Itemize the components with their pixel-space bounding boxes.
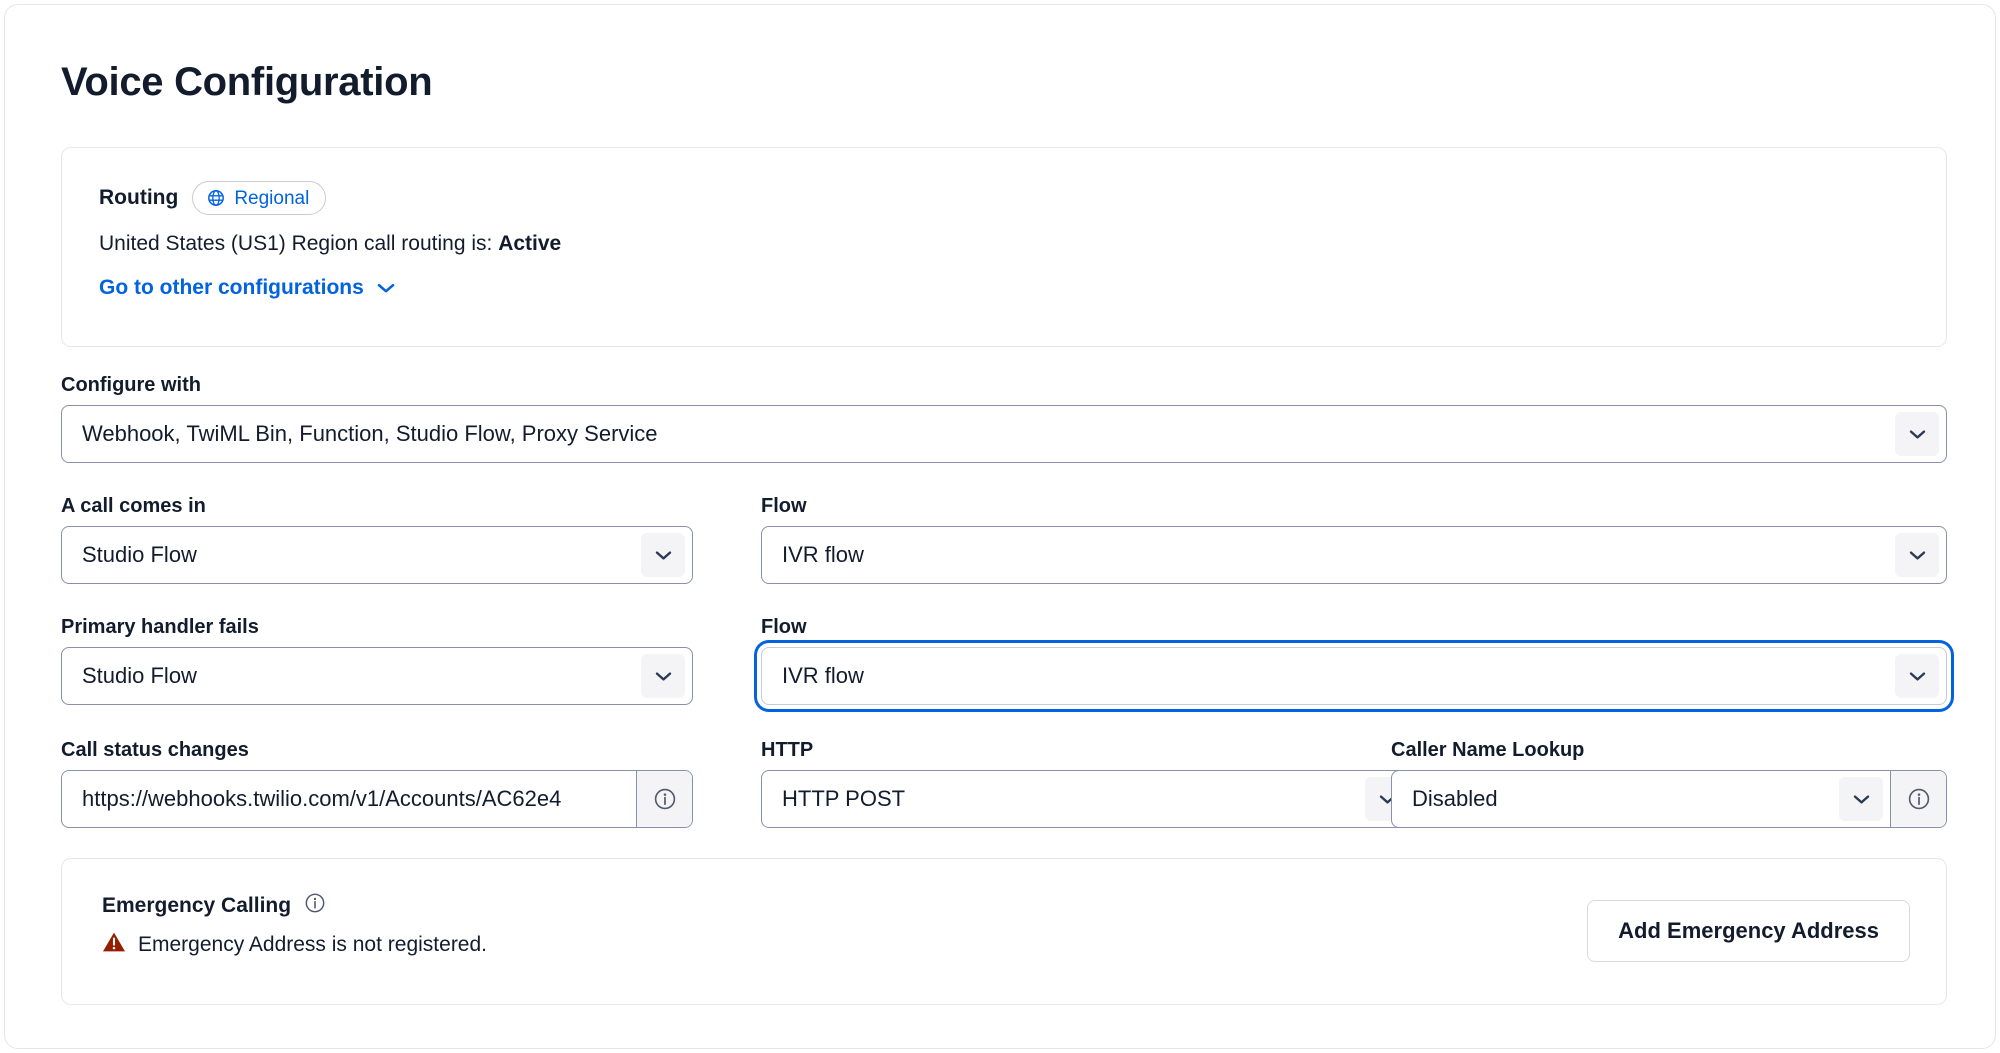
- emergency-calling-card: Emergency Calling Emergency Address is n…: [61, 858, 1947, 1005]
- routing-status-value: Active: [498, 232, 562, 255]
- a-call-comes-in-select[interactable]: Studio Flow: [61, 526, 693, 584]
- emergency-calling-label: Emergency Calling: [102, 894, 292, 917]
- http-method-label: HTTP: [761, 739, 814, 761]
- call-status-changes-value[interactable]: https://webhooks.twilio.com/v1/Accounts/…: [62, 771, 636, 827]
- caller-name-lookup-value: Disabled: [1412, 786, 1498, 811]
- go-to-other-configurations-link[interactable]: Go to other configurations: [99, 276, 395, 300]
- emergency-warning-text: Emergency Address is not registered.: [138, 933, 488, 956]
- emergency-warning: Emergency Address is not registered.: [102, 931, 487, 959]
- configure-with-label: Configure with: [61, 374, 201, 396]
- go-to-other-configurations-label: Go to other configurations: [99, 276, 364, 299]
- info-icon[interactable]: [1890, 771, 1946, 827]
- configure-with-select[interactable]: Webhook, TwiML Bin, Function, Studio Flo…: [61, 405, 1947, 463]
- a-call-comes-in-label: A call comes in: [61, 495, 206, 517]
- caller-name-lookup-select[interactable]: Disabled: [1391, 770, 1947, 828]
- add-emergency-address-button[interactable]: Add Emergency Address: [1587, 900, 1910, 962]
- page-title: Voice Configuration: [61, 60, 433, 104]
- call-status-changes-label: Call status changes: [61, 739, 249, 761]
- flow-fallback-select[interactable]: IVR flow: [761, 647, 1947, 705]
- flow-primary-select[interactable]: IVR flow: [761, 526, 1947, 584]
- routing-card: Routing Regional United States (US1) Reg…: [61, 147, 1947, 347]
- flow-primary-label: Flow: [761, 495, 807, 517]
- routing-label: Routing: [99, 186, 179, 209]
- flow-fallback-value: IVR flow: [782, 663, 864, 688]
- chevron-down-icon[interactable]: [1895, 654, 1939, 698]
- info-icon[interactable]: [636, 771, 692, 827]
- primary-handler-fails-select[interactable]: Studio Flow: [61, 647, 693, 705]
- globe-icon: [206, 188, 226, 208]
- chevron-down-icon: [377, 276, 395, 300]
- routing-status-prefix: United States (US1) Region call routing …: [99, 232, 499, 255]
- chevron-down-icon[interactable]: [1895, 533, 1939, 577]
- region-badge[interactable]: Regional: [192, 181, 327, 215]
- primary-handler-fails-label: Primary handler fails: [61, 616, 259, 638]
- caller-name-lookup-label: Caller Name Lookup: [1391, 739, 1585, 761]
- primary-handler-fails-value: Studio Flow: [82, 663, 197, 688]
- chevron-down-icon[interactable]: [641, 533, 685, 577]
- info-icon[interactable]: [303, 891, 327, 921]
- routing-status: United States (US1) Region call routing …: [99, 230, 561, 257]
- emergency-calling-title: Emergency Calling: [102, 891, 327, 921]
- flow-fallback-label: Flow: [761, 616, 807, 638]
- warning-triangle-icon: [102, 931, 126, 959]
- http-method-value: HTTP POST: [782, 786, 906, 811]
- chevron-down-icon[interactable]: [1895, 412, 1939, 456]
- configure-with-value: Webhook, TwiML Bin, Function, Studio Flo…: [82, 421, 658, 446]
- page-frame: Voice Configuration Routing Regional Uni…: [4, 4, 1996, 1049]
- flow-primary-value: IVR flow: [782, 542, 864, 567]
- call-status-changes-input[interactable]: https://webhooks.twilio.com/v1/Accounts/…: [61, 770, 693, 828]
- a-call-comes-in-value: Studio Flow: [82, 542, 197, 567]
- chevron-down-icon[interactable]: [641, 654, 685, 698]
- routing-header: Routing Regional: [99, 181, 327, 215]
- chevron-down-icon[interactable]: [1839, 777, 1883, 821]
- region-badge-label: Regional: [234, 187, 310, 209]
- http-method-select[interactable]: HTTP POST: [761, 770, 1417, 828]
